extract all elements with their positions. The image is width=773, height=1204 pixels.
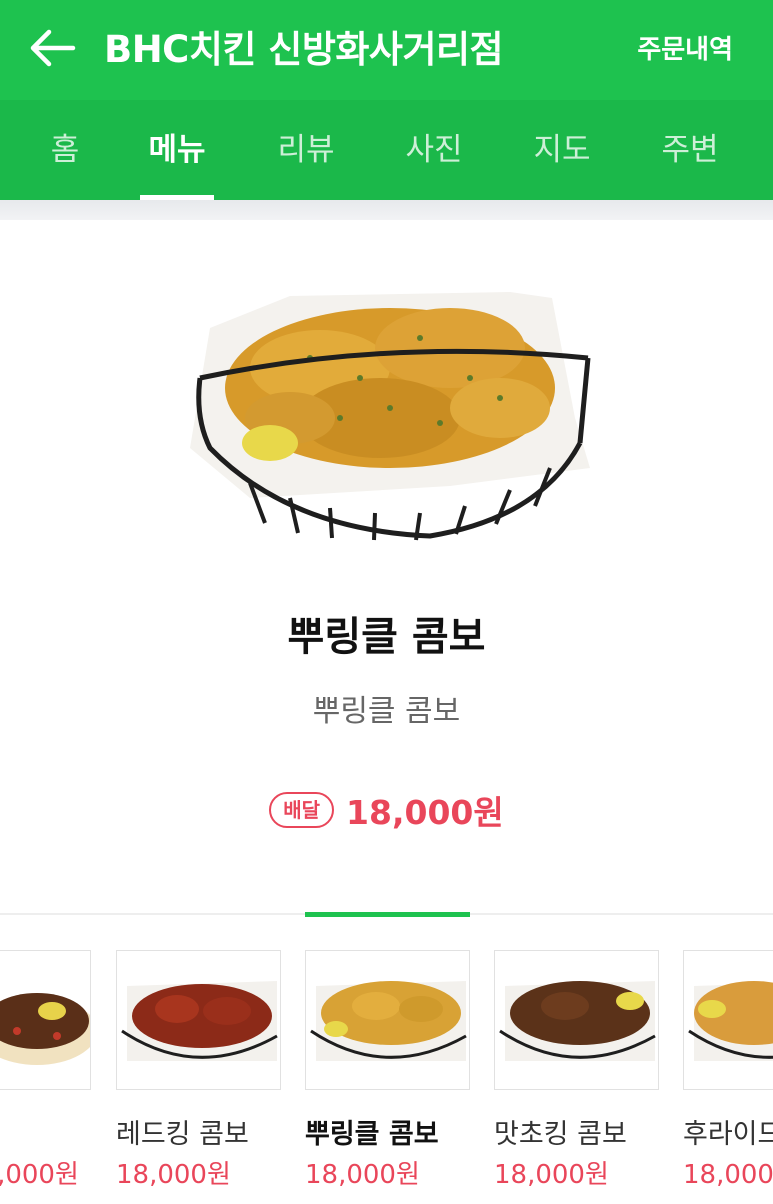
- delivery-badge: 배달: [269, 792, 335, 828]
- carousel-item-name[interactable]: 후라이드: [683, 1112, 773, 1151]
- carousel-item-price: 18,000원: [116, 1160, 231, 1190]
- menu-item-price: 18,000원: [346, 793, 504, 832]
- carousel-item-thumbnail[interactable]: [305, 950, 470, 1090]
- menu-item-photo: [180, 268, 600, 558]
- carousel-item-thumbnail[interactable]: [116, 950, 281, 1090]
- carousel-item-price: 18,000원: [305, 1160, 420, 1190]
- app-screen: BHC치킨 신방화사거리점 주문내역 홈 메뉴 리뷰 사진 지도 주변 뿌링클 …: [0, 0, 773, 1204]
- carousel-item-thumbnail[interactable]: [683, 950, 773, 1090]
- tab-reviews[interactable]: 리뷰: [264, 100, 348, 200]
- tab-home[interactable]: 홈: [30, 100, 100, 200]
- menu-item-description: 뿌링클 콤보: [312, 694, 461, 729]
- tab-photos[interactable]: 사진: [392, 100, 476, 200]
- tab-menu[interactable]: 메뉴: [138, 100, 216, 200]
- arrow-left-icon: [27, 28, 77, 72]
- carousel-item-thumbnail[interactable]: [494, 950, 659, 1090]
- carousel-active-indicator: [305, 912, 470, 917]
- carousel-item-name[interactable]: 맛초킹 콤보: [494, 1112, 627, 1151]
- carousel-item-price: 18,000원: [494, 1160, 609, 1190]
- store-title: BHC치킨 신방화사거리점: [104, 28, 504, 71]
- order-history-link[interactable]: 주문내역: [637, 22, 733, 78]
- back-button[interactable]: [24, 22, 80, 78]
- carousel-item-name[interactable]: 레드킹 콤보: [116, 1112, 249, 1151]
- carousel-item-price: 18,000원: [0, 1160, 79, 1190]
- section-divider: [0, 200, 773, 220]
- tab-nearby[interactable]: 주변: [648, 100, 732, 200]
- tab-map[interactable]: 지도: [520, 100, 604, 200]
- carousel-item-name[interactable]: 뿌링클 콤보: [305, 1112, 439, 1151]
- app-header: BHC치킨 신방화사거리점 주문내역: [0, 0, 773, 100]
- carousel-item-thumbnail[interactable]: [0, 950, 91, 1090]
- price-row: 배달 18,000원: [0, 786, 773, 834]
- carousel-item-price: 18,000원: [683, 1160, 773, 1190]
- menu-item-name: 뿌링클 콤보: [287, 614, 486, 660]
- store-tabs: 홈 메뉴 리뷰 사진 지도 주변: [0, 100, 773, 200]
